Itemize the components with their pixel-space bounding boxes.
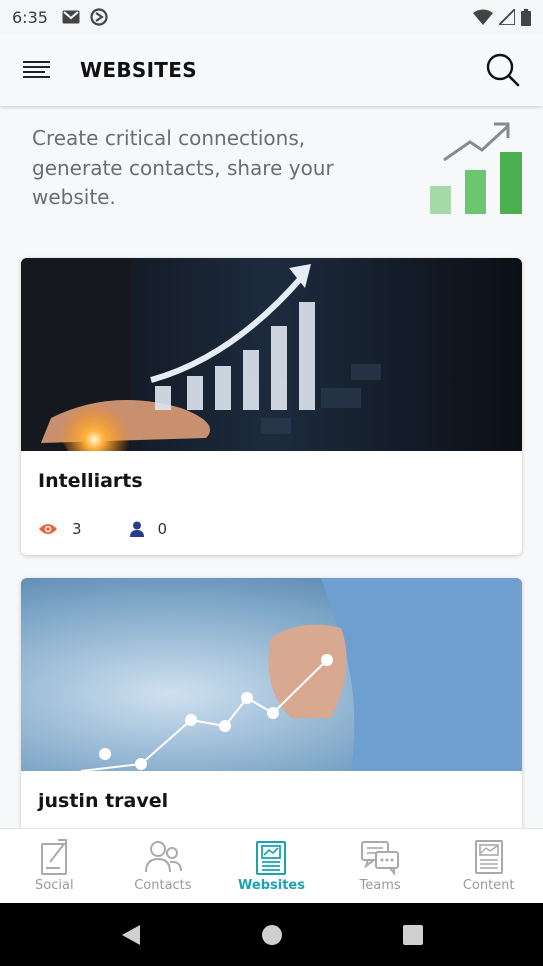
teams-icon bbox=[361, 841, 400, 876]
recents-square-icon bbox=[402, 924, 423, 945]
views-count: 3 bbox=[72, 520, 82, 538]
sync-icon bbox=[90, 8, 108, 26]
wifi-icon bbox=[473, 9, 493, 25]
back-triangle-icon bbox=[121, 924, 140, 945]
nav-label: Content bbox=[462, 878, 515, 893]
website-card-justin-travel[interactable]: justin travel bbox=[21, 578, 522, 828]
home-button[interactable] bbox=[252, 915, 292, 955]
growth-chart-icon bbox=[430, 122, 522, 214]
nav-item-contacts[interactable]: Contacts bbox=[109, 829, 218, 903]
hamburger-menu-icon bbox=[23, 61, 50, 78]
websites-icon bbox=[256, 841, 287, 875]
contacts-count: 0 bbox=[157, 520, 168, 538]
nav-label: Websites bbox=[238, 878, 305, 893]
person-icon bbox=[129, 521, 144, 537]
nav-item-content[interactable]: Content bbox=[434, 829, 543, 903]
nav-label: Contacts bbox=[134, 878, 192, 893]
website-title: Intelliarts bbox=[38, 470, 143, 492]
content-icon bbox=[474, 840, 503, 874]
nav-item-social[interactable]: Social bbox=[0, 829, 109, 903]
intro-text: Create critical connections, generate co… bbox=[32, 126, 334, 209]
search-icon bbox=[486, 53, 520, 87]
page-title: WEBSITES bbox=[80, 58, 197, 82]
nav-item-websites[interactable]: Websites bbox=[217, 829, 326, 903]
eye-icon bbox=[39, 524, 57, 534]
gmail-icon bbox=[62, 10, 80, 24]
signal-icon bbox=[499, 9, 515, 25]
nav-label: Social bbox=[35, 878, 74, 893]
home-circle-icon bbox=[261, 924, 282, 945]
back-button[interactable] bbox=[111, 915, 151, 955]
website-card-intelliarts[interactable]: Intelliarts 3 0 bbox=[21, 258, 522, 555]
system-navigation-bar bbox=[0, 903, 543, 966]
search-button[interactable] bbox=[485, 52, 521, 88]
website-stats: 3 0 bbox=[38, 520, 215, 538]
website-thumbnail bbox=[21, 578, 522, 771]
views-stat: 3 bbox=[38, 520, 82, 538]
bottom-navigation: Social Contacts Websites Teams Content bbox=[0, 828, 543, 903]
website-list[interactable]: Create critical connections, generate co… bbox=[0, 106, 543, 828]
status-bar: 6:35 bbox=[0, 0, 543, 34]
battery-icon bbox=[521, 8, 531, 26]
website-thumbnail bbox=[21, 258, 522, 451]
nav-item-teams[interactable]: Teams bbox=[326, 829, 435, 903]
menu-button[interactable] bbox=[22, 58, 52, 82]
social-icon bbox=[41, 839, 68, 875]
recents-button[interactable] bbox=[393, 915, 433, 955]
website-title: justin travel bbox=[38, 790, 169, 812]
app-bar: WEBSITES bbox=[0, 34, 543, 106]
contacts-icon bbox=[144, 841, 182, 873]
contacts-stat: 0 bbox=[129, 520, 168, 538]
status-time: 6:35 bbox=[12, 7, 48, 27]
nav-label: Teams bbox=[359, 878, 401, 893]
